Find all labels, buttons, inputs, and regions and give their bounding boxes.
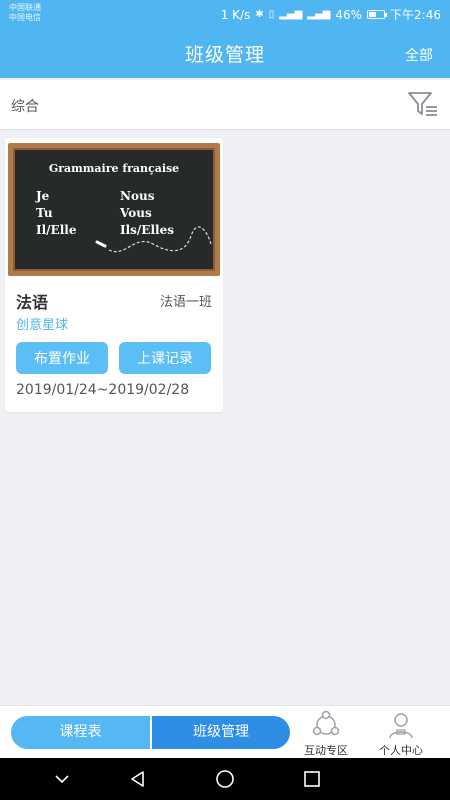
tab-interaction-label: 互动专区 <box>304 744 348 757</box>
top-bar: 中国联通 中国电信 1 K/s ✱ ▯ ▂▄▆ ▂▄▆ 46% 下午2:46 班… <box>0 0 450 78</box>
signal-icon: ▂▄▆ <box>279 9 303 20</box>
user-icon <box>389 713 413 739</box>
battery-percent: 46% <box>335 7 363 22</box>
battery-icon <box>367 10 388 19</box>
bottom-nav: 课程表 班级管理 互动专区 个人中心 <box>0 705 450 758</box>
assign-homework-button[interactable]: 布置作业 <box>16 342 108 374</box>
chalkboard: Grammaire française Je Tu Il/Elle Nous V… <box>13 148 215 271</box>
board-left-column: Je Tu Il/Elle <box>36 188 76 239</box>
class-record-button[interactable]: 上课记录 <box>119 342 211 374</box>
vibrate-icon: ▯ <box>268 9 275 20</box>
board-title: Grammaire française <box>48 162 180 175</box>
board-word: Vous <box>120 206 152 220</box>
page-title: 班级管理 <box>184 44 265 66</box>
signal-icon-2: ▂▄▆ <box>307 9 331 20</box>
board-word: Tu <box>36 206 53 220</box>
recent-apps-icon[interactable] <box>302 769 322 789</box>
sort-label[interactable]: 综合 <box>11 96 39 116</box>
filter-icon[interactable] <box>407 89 439 119</box>
system-navigation-bar <box>0 758 450 800</box>
class-card[interactable]: Grammaire française Je Tu Il/Elle Nous V… <box>5 138 223 412</box>
tab-class-management[interactable]: 班级管理 <box>151 716 290 749</box>
class-name: 法语一班 <box>159 295 212 310</box>
status-bar: 中国联通 中国电信 1 K/s ✱ ▯ ▂▄▆ ▂▄▆ 46% 下午2:46 <box>0 0 450 26</box>
chevron-down-icon[interactable] <box>53 769 71 789</box>
organization-name: 创意星球 <box>16 318 69 333</box>
carrier-name-1: 中国联通 <box>9 3 41 12</box>
tab-schedule[interactable]: 课程表 <box>11 716 150 749</box>
course-image: Grammaire française Je Tu Il/Elle Nous V… <box>8 143 220 276</box>
board-word: Nous <box>120 189 155 203</box>
tab-interaction[interactable]: 互动专区 <box>296 710 356 758</box>
home-icon[interactable] <box>215 769 235 789</box>
board-word: Il/Elle <box>36 223 77 237</box>
tab-profile[interactable]: 个人中心 <box>371 710 431 758</box>
carrier-name-2: 中国电信 <box>9 13 41 22</box>
course-name: 法语 <box>16 293 49 312</box>
chalk-squiggle-icon <box>95 226 212 253</box>
clock: 下午2:46 <box>390 8 441 22</box>
all-button[interactable]: 全部 <box>405 45 433 65</box>
board-word: Je <box>36 189 50 203</box>
carrier-info: 中国联通 中国电信 <box>9 3 41 23</box>
share-nodes-icon <box>312 710 340 736</box>
net-speed: 1 K/s <box>220 7 251 22</box>
bluetooth-icon: ✱ <box>255 9 264 20</box>
date-range: 2019/01/24~2019/02/28 <box>16 382 190 398</box>
tab-profile-label: 个人中心 <box>379 744 423 757</box>
back-icon[interactable] <box>128 769 148 789</box>
status-indicators: 1 K/s ✱ ▯ ▂▄▆ ▂▄▆ 46% 下午2:46 <box>221 6 441 23</box>
filter-bar: 综合 <box>0 80 450 130</box>
